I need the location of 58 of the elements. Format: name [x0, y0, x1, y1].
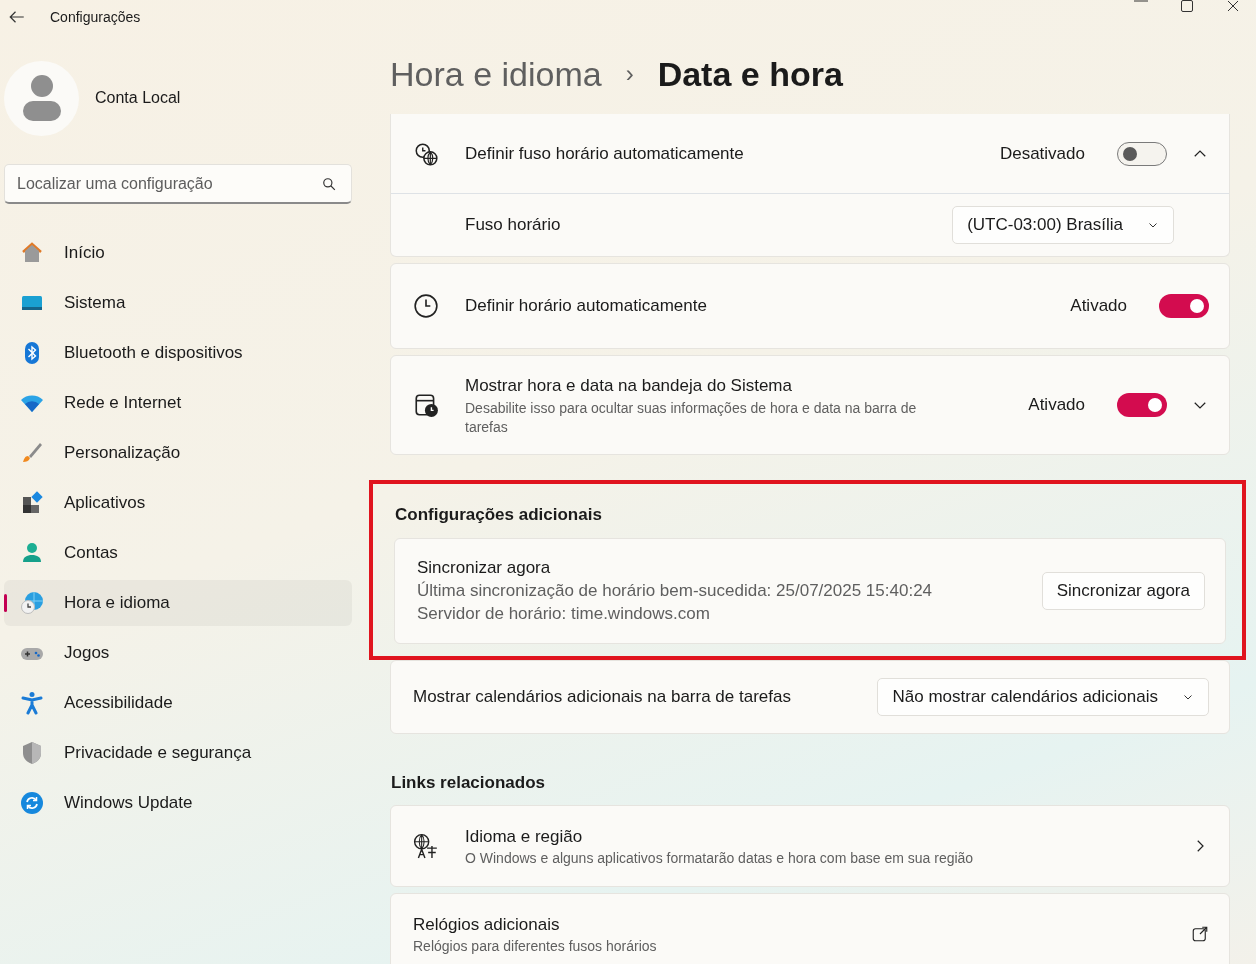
maximize-icon[interactable]	[1181, 0, 1193, 12]
sync-button[interactable]: Sincronizar agora	[1041, 571, 1205, 610]
globe-clock-icon	[20, 591, 44, 615]
nav-item[interactable]: Aplicativos	[4, 480, 352, 526]
section-heading: Links relacionados	[391, 771, 546, 794]
nav-item[interactable]: Bluetooth e dispositivos	[4, 330, 352, 376]
setting-title: Relógios adicionais	[413, 913, 561, 936]
timezone-dropdown[interactable]: (UTC-03:00) Brasília	[952, 206, 1174, 244]
nav-item[interactable]: Acessibilidade	[4, 680, 352, 726]
breadcrumb-separator: ›	[625, 59, 634, 89]
setting-description: Desabilite isso para ocultar suas informações de hora e data na barra de tarefas	[465, 398, 918, 437]
nav-item[interactable]: Windows Update	[4, 780, 352, 826]
setting-detail: Servidor de horário: time.windows.com	[417, 603, 711, 626]
nav-item[interactable]: Personalização	[4, 430, 352, 476]
setting-detail: Última sincronização de horário bem-sucedida: 25/07/2025 15:40:24	[417, 580, 934, 603]
nav-item[interactable]: Início	[4, 230, 352, 276]
breadcrumb-link[interactable]: Hora e idioma	[390, 48, 602, 100]
setting-label: Fuso horário	[465, 214, 562, 237]
section-heading: Configurações adicionais	[395, 504, 603, 526]
nav-item[interactable]: Rede e Internet	[4, 380, 352, 426]
setting-title: Definir horário automaticamente	[465, 295, 708, 318]
account-name: Conta Local	[95, 88, 181, 108]
toggle-state: Desativado	[999, 142, 1085, 165]
toggle-switch[interactable]	[1159, 294, 1209, 318]
clock-icon	[413, 293, 439, 319]
nav-item[interactable]: Contas	[4, 530, 352, 576]
nav-item[interactable]: Privacidade e segurança	[4, 730, 352, 776]
nav-item[interactable]: Hora e idioma	[4, 580, 352, 626]
accessibility-icon	[20, 691, 44, 715]
setting-title: Sincronizar agora	[417, 556, 552, 579]
calendar-clock-icon	[413, 392, 439, 418]
toggle-switch[interactable]	[1117, 141, 1167, 166]
toggle-switch[interactable]	[1117, 393, 1167, 417]
house-icon	[20, 241, 44, 265]
toggle-state: Ativado	[1070, 295, 1127, 318]
setting-description: O Windows e alguns aplicativos formatarão datas e hora com base em sua região	[465, 849, 975, 869]
calendar-dropdown[interactable]: Não mostrar calendários adicionais	[877, 677, 1209, 716]
window-title: Configurações	[50, 7, 141, 27]
external-link-icon[interactable]	[1191, 925, 1209, 943]
language-icon	[413, 833, 439, 859]
person-silhouette-icon	[22, 75, 61, 121]
nav-item[interactable]: Jogos	[4, 630, 352, 676]
sync-icon	[20, 791, 44, 815]
setting-title: Mostrar calendários adicionais na barra de tarefas	[413, 685, 792, 708]
toggle-state: Ativado	[1028, 394, 1085, 417]
page-title: Data e hora	[657, 53, 843, 95]
search-field[interactable]: Localizar uma configuração	[4, 164, 352, 204]
setting-title: Idioma e região	[465, 825, 584, 848]
person-icon	[20, 541, 44, 565]
nav-item[interactable]: Sistema	[4, 280, 352, 326]
paintbrush-icon	[20, 441, 44, 465]
close-icon[interactable]	[1227, 0, 1239, 12]
apps-icon	[20, 491, 44, 515]
setting-title: Definir fuso horário automaticamente	[465, 142, 745, 165]
search-icon[interactable]	[322, 177, 336, 191]
setting-description: Relógios para diferentes fusos horários	[413, 937, 658, 957]
setting-title: Mostrar hora e data na bandeja do Sistema	[465, 375, 793, 398]
shield-icon	[20, 741, 44, 765]
